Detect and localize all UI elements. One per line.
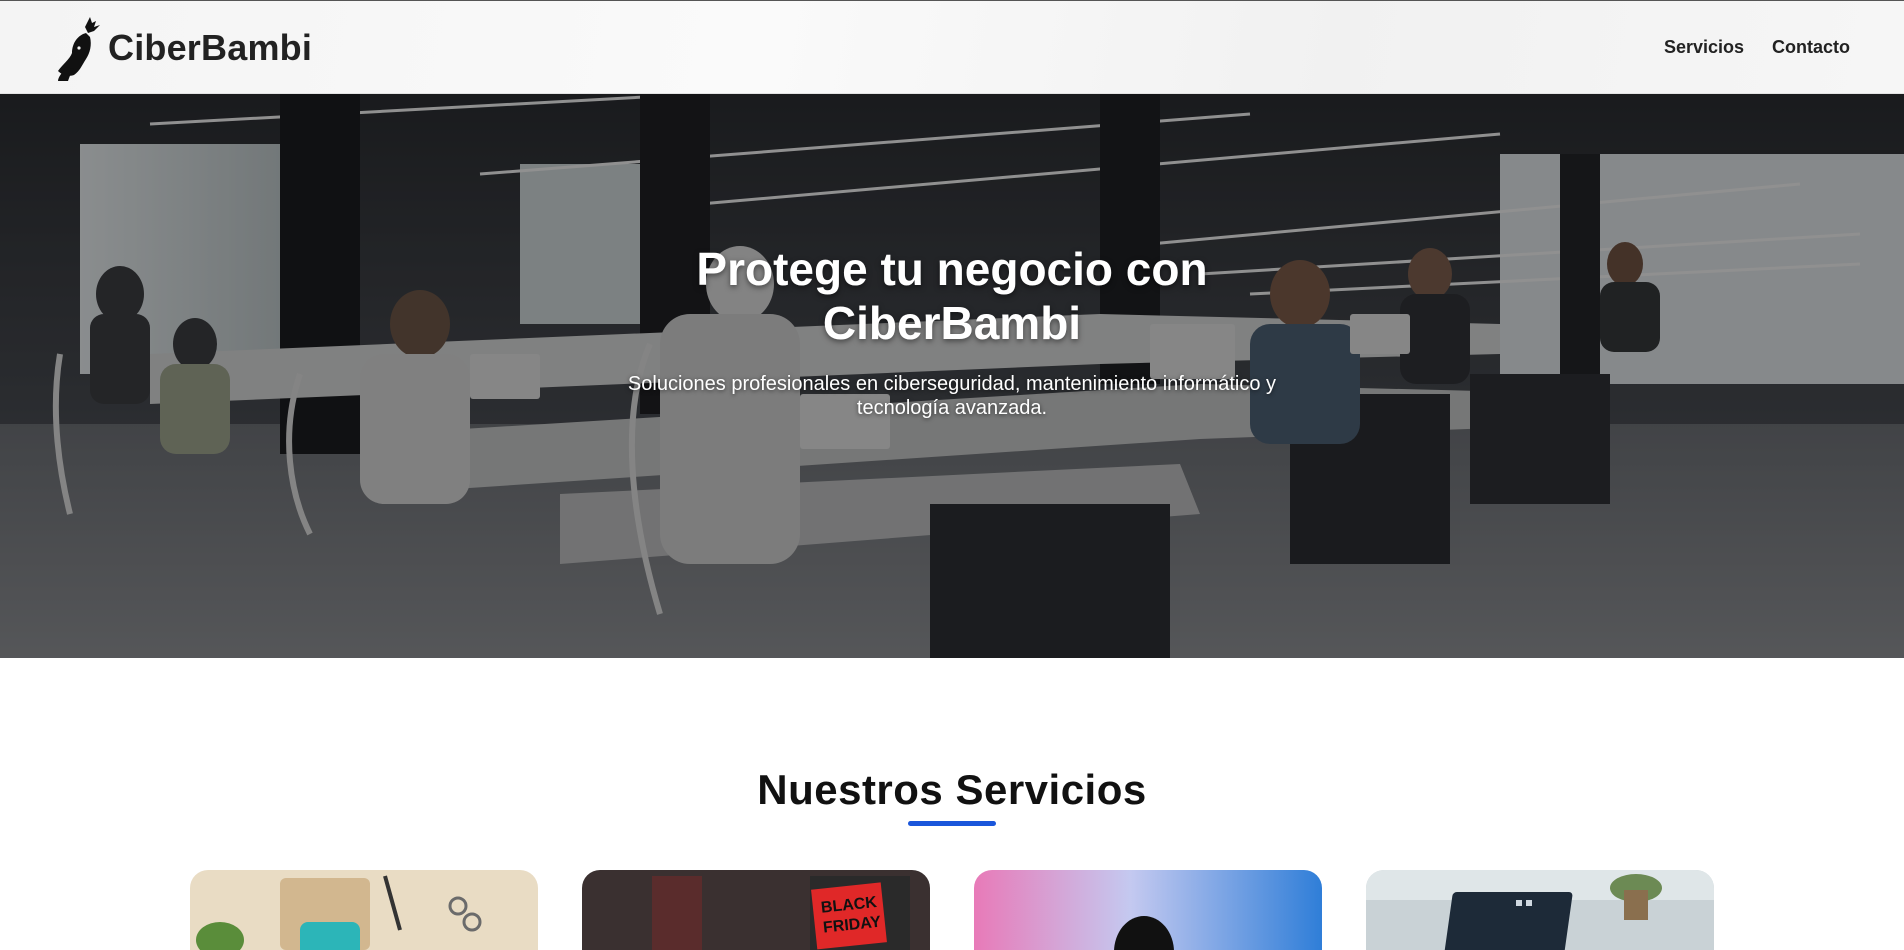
logo[interactable]: CiberBambi <box>52 13 312 83</box>
brand-name: CiberBambi <box>108 27 313 68</box>
service-card-4[interactable] <box>1366 870 1714 950</box>
service-card-3[interactable] <box>974 870 1322 950</box>
services-title: Nuestros Servicios <box>757 766 1147 813</box>
nav-link-contacto[interactable]: Contacto <box>1772 37 1850 58</box>
service-card-2[interactable]: BLACK FRIDAY <box>582 870 930 950</box>
services-title-underline <box>908 821 996 826</box>
workspace-photo <box>190 870 538 950</box>
deer-head-icon <box>58 17 100 81</box>
hero-subtitle: Soluciones profesionales en cibersegurid… <box>627 373 1277 419</box>
laptop-dashboard-photo <box>1366 870 1714 950</box>
black-friday-store-photo: BLACK FRIDAY <box>582 870 930 950</box>
hero-section: Protege tu negocio con CiberBambi Soluci… <box>0 94 1904 658</box>
hero-title: Protege tu negocio con CiberBambi <box>696 243 1208 349</box>
gradient-silhouette-photo <box>974 870 1322 950</box>
main-nav: Servicios Contacto <box>1664 37 1850 58</box>
hero-content: Protege tu negocio con CiberBambi Soluci… <box>0 94 1904 658</box>
nav-link-servicios[interactable]: Servicios <box>1664 37 1744 58</box>
site-header: CiberBambi Servicios Contacto <box>0 0 1904 94</box>
service-card-1[interactable] <box>190 870 538 950</box>
